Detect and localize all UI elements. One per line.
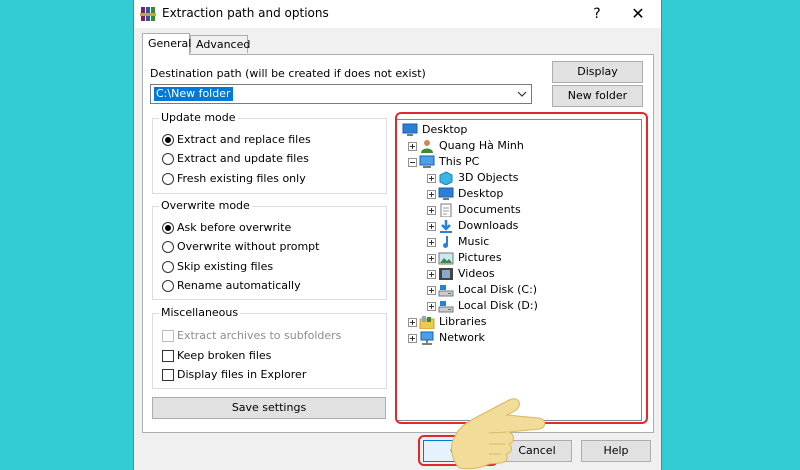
radio-ask-before-label[interactable]: Ask before overwrite — [177, 221, 291, 234]
radio-fresh-existing[interactable] — [162, 173, 174, 185]
checkbox-extract-subfolders-label: Extract archives to subfolders — [177, 329, 342, 342]
destination-path-label: Destination path (will be created if doe… — [150, 67, 426, 80]
radio-extract-replace[interactable] — [162, 134, 174, 146]
title-bar[interactable]: Extraction path and options ? ✕ — [134, 0, 661, 28]
radio-ask-before[interactable] — [162, 222, 174, 234]
checkbox-display-explorer-label[interactable]: Display files in Explorer — [177, 368, 306, 381]
save-settings-button[interactable]: Save settings — [152, 397, 386, 419]
radio-rename-auto-label[interactable]: Rename automatically — [177, 279, 301, 292]
radio-overwrite-without-prompt-label[interactable]: Overwrite without prompt — [177, 240, 319, 253]
chevron-down-icon[interactable] — [515, 86, 529, 102]
miscellaneous-title: Miscellaneous — [159, 306, 241, 319]
close-icon[interactable]: ✕ — [623, 4, 653, 24]
extraction-dialog: Extraction path and options ? ✕ General … — [133, 0, 662, 470]
tab-general[interactable]: General — [142, 33, 191, 55]
radio-rename-auto[interactable] — [162, 280, 174, 292]
radio-fresh-existing-label[interactable]: Fresh existing files only — [177, 172, 306, 185]
tree-highlight-outline — [395, 112, 648, 424]
radio-overwrite-without-prompt[interactable] — [162, 241, 174, 253]
overwrite-mode-title: Overwrite mode — [159, 199, 252, 212]
display-button[interactable]: Display — [552, 61, 643, 83]
radio-extract-replace-label[interactable]: Extract and replace files — [177, 133, 311, 146]
destination-path-value[interactable]: C:\New folder — [154, 87, 233, 101]
help-button[interactable]: Help — [581, 440, 651, 462]
radio-skip-existing-label[interactable]: Skip existing files — [177, 260, 273, 273]
window-title: Extraction path and options — [162, 6, 329, 20]
tab-advanced[interactable]: Advanced — [190, 35, 250, 53]
help-title-button[interactable]: ? — [585, 4, 609, 24]
checkbox-keep-broken-label[interactable]: Keep broken files — [177, 349, 271, 362]
winrar-app-icon — [140, 7, 156, 21]
update-mode-title: Update mode — [159, 111, 238, 124]
destination-path-combo[interactable]: C:\New folder — [150, 84, 532, 104]
radio-extract-update[interactable] — [162, 153, 174, 165]
new-folder-button[interactable]: New folder — [552, 85, 643, 107]
checkbox-display-explorer[interactable] — [162, 369, 174, 381]
checkbox-keep-broken[interactable] — [162, 350, 174, 362]
pointing-hand-icon — [451, 398, 546, 470]
radio-extract-update-label[interactable]: Extract and update files — [177, 152, 309, 165]
radio-skip-existing[interactable] — [162, 261, 174, 273]
checkbox-extract-subfolders — [162, 330, 174, 342]
